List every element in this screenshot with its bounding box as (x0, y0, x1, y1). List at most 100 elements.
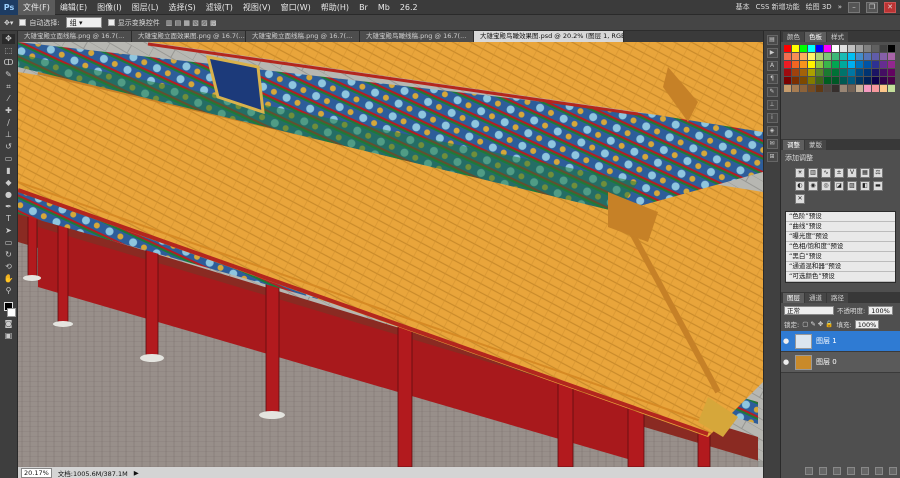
selective-color-icon[interactable]: ✕ (795, 194, 805, 204)
auto-select-dropdown[interactable]: 组 ▾ (65, 17, 102, 28)
gradient-tool-icon[interactable]: ▮ (2, 166, 15, 176)
color-swatch[interactable] (808, 77, 815, 84)
threshold-icon[interactable]: ◧ (860, 181, 870, 191)
actions-panel-icon[interactable]: ▶ (766, 48, 778, 58)
auto-select-checkbox[interactable] (19, 19, 27, 26)
layer-style-icon[interactable] (819, 467, 827, 475)
quick-select-tool-icon[interactable]: ✎ (2, 70, 15, 80)
zoom-tool-icon[interactable]: ⚲ (2, 286, 15, 296)
tab-document-active[interactable]: 大雄宝殿鸟瞰效果图.psd @ 20.2% (图层 1, RGB/8) * (474, 31, 624, 42)
color-swatch[interactable] (784, 45, 791, 52)
workspace-css[interactable]: CSS 新增功能 (756, 2, 800, 12)
blend-mode-select[interactable]: 正常 (784, 305, 834, 315)
color-swatch[interactable] (840, 45, 847, 52)
color-swatch[interactable] (848, 85, 855, 92)
color-swatch[interactable] (784, 61, 791, 68)
color-swatch[interactable] (872, 45, 879, 52)
color-swatch[interactable] (888, 69, 895, 76)
brush-panel-icon[interactable]: ✎ (766, 87, 778, 97)
color-swatch[interactable] (824, 77, 831, 84)
color-swatch[interactable] (888, 53, 895, 60)
color-swatch[interactable] (832, 45, 839, 52)
color-swatch[interactable] (816, 77, 823, 84)
color-swatch[interactable] (832, 85, 839, 92)
color-swatch[interactable] (800, 85, 807, 92)
clone-source-panel-icon[interactable]: ⊥ (766, 100, 778, 110)
minimize-button[interactable]: – (848, 1, 860, 13)
color-swatch[interactable] (864, 61, 871, 68)
color-swatch[interactable] (808, 45, 815, 52)
bridge-icon[interactable]: Br (354, 0, 373, 15)
auto-select-option[interactable]: 自动选择: (19, 18, 60, 28)
tab-document-4[interactable]: 大雄宝殿鸟瞰线稿.png @ 16.7(... (360, 31, 474, 42)
color-swatch[interactable] (808, 69, 815, 76)
color-swatch[interactable] (824, 61, 831, 68)
layer-row[interactable]: ● 图层 0 (781, 352, 900, 373)
color-swatch[interactable] (824, 53, 831, 60)
color-swatch[interactable] (808, 61, 815, 68)
brush-tool-icon[interactable]: ∕ (2, 118, 15, 128)
tab-adjustments[interactable]: 调整 (783, 140, 804, 150)
tab-document-3[interactable]: 大雄宝殿立面线稿.png @ 16.7(... (246, 31, 360, 42)
color-swatch[interactable] (816, 45, 823, 52)
color-balance-icon[interactable]: ⚖ (873, 168, 883, 178)
color-swatch[interactable] (872, 61, 879, 68)
workspace-basic[interactable]: 基本 (736, 2, 750, 12)
eyedropper-tool-icon[interactable]: ⁄ (2, 94, 15, 104)
color-swatch[interactable] (856, 53, 863, 60)
pen-tool-icon[interactable]: ✒ (2, 202, 15, 212)
tab-styles[interactable]: 样式 (827, 32, 848, 42)
lock-icons[interactable]: ▢ ✎ ✥ 🔒 (802, 320, 833, 328)
menu-file[interactable]: 文件(F) (18, 0, 55, 15)
blur-tool-icon[interactable]: ◆ (2, 178, 15, 188)
color-swatch[interactable] (800, 61, 807, 68)
menu-select[interactable]: 选择(S) (163, 0, 200, 15)
character-panel-icon[interactable]: A (766, 61, 778, 71)
color-swatch[interactable] (816, 69, 823, 76)
tab-swatches[interactable]: 色板 (805, 32, 826, 42)
color-swatch[interactable] (864, 69, 871, 76)
marquee-tool-icon[interactable]: ⬚ (2, 46, 15, 56)
tab-document-2[interactable]: 大雄宝殿立面效果图.png @ 16.7(... (132, 31, 246, 42)
color-swatch[interactable] (800, 77, 807, 84)
tab-masks[interactable]: 蒙版 (805, 140, 826, 150)
color-swatch[interactable] (888, 45, 895, 52)
menu-layer[interactable]: 图层(L) (127, 0, 164, 15)
dodge-tool-icon[interactable]: ● (2, 190, 15, 200)
color-swatch[interactable] (864, 85, 871, 92)
color-swatch[interactable] (824, 69, 831, 76)
swatches-grid[interactable] (781, 42, 900, 95)
screen-mode-icon[interactable]: ▣ (2, 331, 15, 341)
color-swatch[interactable] (792, 85, 799, 92)
color-swatch[interactable] (848, 69, 855, 76)
color-swatch[interactable] (832, 77, 839, 84)
color-swatch[interactable] (880, 77, 887, 84)
color-swatch[interactable] (784, 69, 791, 76)
move-tool-icon[interactable]: ✥ (2, 34, 15, 44)
color-swatch[interactable] (840, 77, 847, 84)
paragraph-panel-icon[interactable]: ¶ (766, 74, 778, 84)
status-arrow-icon[interactable]: ▶ (134, 469, 139, 477)
color-swatch[interactable] (856, 45, 863, 52)
color-swatch[interactable] (832, 61, 839, 68)
status-zoom-field[interactable]: 20.17% (21, 467, 52, 478)
curves-icon[interactable]: ∿ (821, 168, 831, 178)
workspace-3d[interactable]: 绘图 3D (806, 2, 832, 12)
color-swatch[interactable] (824, 85, 831, 92)
posterize-icon[interactable]: ▨ (847, 181, 857, 191)
3d-panel-icon[interactable]: ◈ (766, 126, 778, 136)
preset-selective-color[interactable]: “可选颜色”预设 (786, 272, 895, 282)
visibility-eye-icon[interactable]: ● (783, 337, 791, 345)
align-icons[interactable]: ▥ ▤ ▦ ▧ ▨ ▩ (166, 19, 217, 27)
eraser-tool-icon[interactable]: ▭ (2, 154, 15, 164)
preset-curves[interactable]: “曲线”预设 (786, 222, 895, 232)
black-white-icon[interactable]: ◐ (795, 181, 805, 191)
delete-layer-icon[interactable] (889, 467, 897, 475)
quick-mask-icon[interactable]: ◙ (2, 319, 15, 329)
tab-paths[interactable]: 路径 (827, 293, 848, 303)
color-swatch[interactable] (840, 53, 847, 60)
preset-exposure[interactable]: “曝光度”预设 (786, 232, 895, 242)
status-doc-size[interactable]: 文档:1005.6M/387.1M (58, 468, 128, 478)
menu-edit[interactable]: 编辑(E) (55, 0, 92, 15)
zoom-level-readout[interactable]: 26.2 (395, 0, 423, 15)
